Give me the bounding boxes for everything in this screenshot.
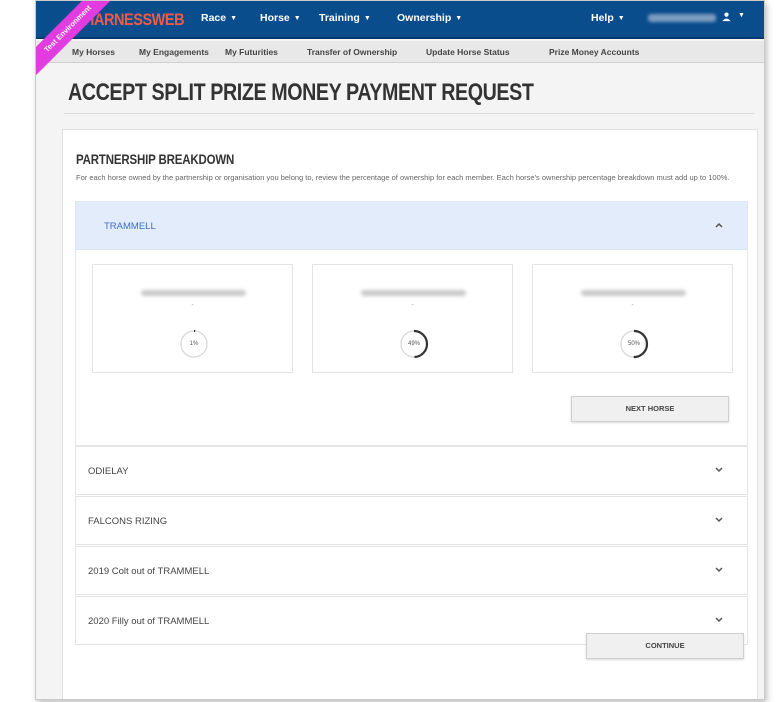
nav-horse[interactable]: Horse ▼: [260, 12, 301, 24]
divider: [64, 113, 754, 114]
subnav-update-horse-status[interactable]: Update Horse Status: [426, 47, 510, 57]
user-name[interactable]: [648, 14, 716, 22]
subnav-prize-money-accounts[interactable]: Prize Money Accounts: [549, 47, 639, 57]
top-navbar: HARNESSWEB Race ▼ Horse ▼ Training ▼ Owners…: [36, 1, 764, 39]
ownership-gauge: 49%: [398, 328, 430, 360]
subnav-my-engagements[interactable]: My Engagements: [139, 47, 209, 57]
accordion-label: 2020 Filly out of TRAMMELL: [88, 616, 210, 627]
chevron-down-icon: [715, 565, 723, 575]
caret-down-icon: ▼: [230, 15, 238, 22]
ownership-percent: 50%: [627, 341, 640, 347]
member-name: [581, 290, 686, 296]
brand-logo[interactable]: HARNESSWEB: [84, 10, 185, 30]
chevron-down-icon: [715, 615, 723, 625]
ownership-gauge: 50%: [618, 328, 650, 360]
ownership-percent: 1%: [189, 341, 199, 347]
member-detail: -: [631, 302, 634, 309]
chevron-down-icon: [715, 515, 723, 525]
member-card: - 1%: [92, 264, 293, 373]
member-card: - 50%: [532, 264, 733, 373]
caret-down-icon[interactable]: ▼: [738, 12, 745, 19]
user-circle-icon[interactable]: [721, 11, 732, 25]
nav-ownership-label: Ownership: [397, 12, 452, 24]
member-name: [361, 290, 466, 296]
accordion-label: FALCONS RIZING: [88, 516, 168, 527]
accordion-header-trammell[interactable]: TRAMMELL: [75, 201, 748, 250]
chevron-up-icon: [715, 220, 723, 230]
next-horse-button[interactable]: NEXT HORSE: [571, 396, 729, 422]
partnership-card: PARTNERSHIP BREAKDOWN For each horse own…: [62, 129, 758, 699]
caret-down-icon: ▼: [455, 15, 463, 22]
nav-horse-label: Horse: [260, 12, 290, 24]
sub-navbar: My Horses My Engagements My Futurities T…: [36, 41, 764, 63]
accordion-label: 2019 Colt out of TRAMMELL: [88, 566, 210, 577]
nav-race[interactable]: Race ▼: [201, 12, 237, 24]
section-description: For each horse owned by the partnership …: [76, 173, 730, 182]
subnav-my-horses[interactable]: My Horses: [72, 47, 115, 57]
member-detail: -: [411, 302, 414, 309]
accordion-header-2019-colt[interactable]: 2019 Colt out of TRAMMELL: [75, 546, 748, 595]
section-title: PARTNERSHIP BREAKDOWN: [76, 151, 235, 167]
continue-button[interactable]: CONTINUE: [586, 633, 744, 659]
nav-training-label: Training: [319, 12, 360, 24]
accordion-body-trammell: - 1% - 49% - 50% NEXT HORSE: [75, 250, 748, 446]
subnav-my-futurities[interactable]: My Futurities: [225, 47, 278, 57]
chevron-down-icon: [715, 465, 723, 475]
caret-down-icon: ▼: [363, 15, 371, 22]
nav-race-label: Race: [201, 12, 227, 24]
page-title: ACCEPT SPLIT PRIZE MONEY PAYMENT REQUEST: [68, 79, 534, 106]
member-detail: -: [191, 302, 194, 309]
caret-down-icon: ▼: [617, 15, 625, 22]
accordion-header-falcons-rizing[interactable]: FALCONS RIZING: [75, 496, 748, 545]
app-window: HARNESSWEB Race ▼ Horse ▼ Training ▼ Owners…: [35, 0, 765, 700]
subnav-transfer-of-ownership[interactable]: Transfer of Ownership: [307, 47, 397, 57]
nav-help[interactable]: Help ▼: [591, 12, 625, 24]
nav-ownership[interactable]: Ownership ▼: [397, 12, 462, 24]
ownership-gauge: 1%: [178, 328, 210, 360]
accordion-label: ODIELAY: [88, 466, 129, 477]
member-name: [141, 290, 246, 296]
accordion-label: TRAMMELL: [104, 221, 156, 232]
accordion-header-odielay[interactable]: ODIELAY: [75, 446, 748, 495]
caret-down-icon: ▼: [293, 15, 301, 22]
ownership-percent: 49%: [407, 341, 420, 347]
member-card: - 49%: [312, 264, 513, 373]
nav-training[interactable]: Training ▼: [319, 12, 371, 24]
nav-help-label: Help: [591, 12, 614, 24]
